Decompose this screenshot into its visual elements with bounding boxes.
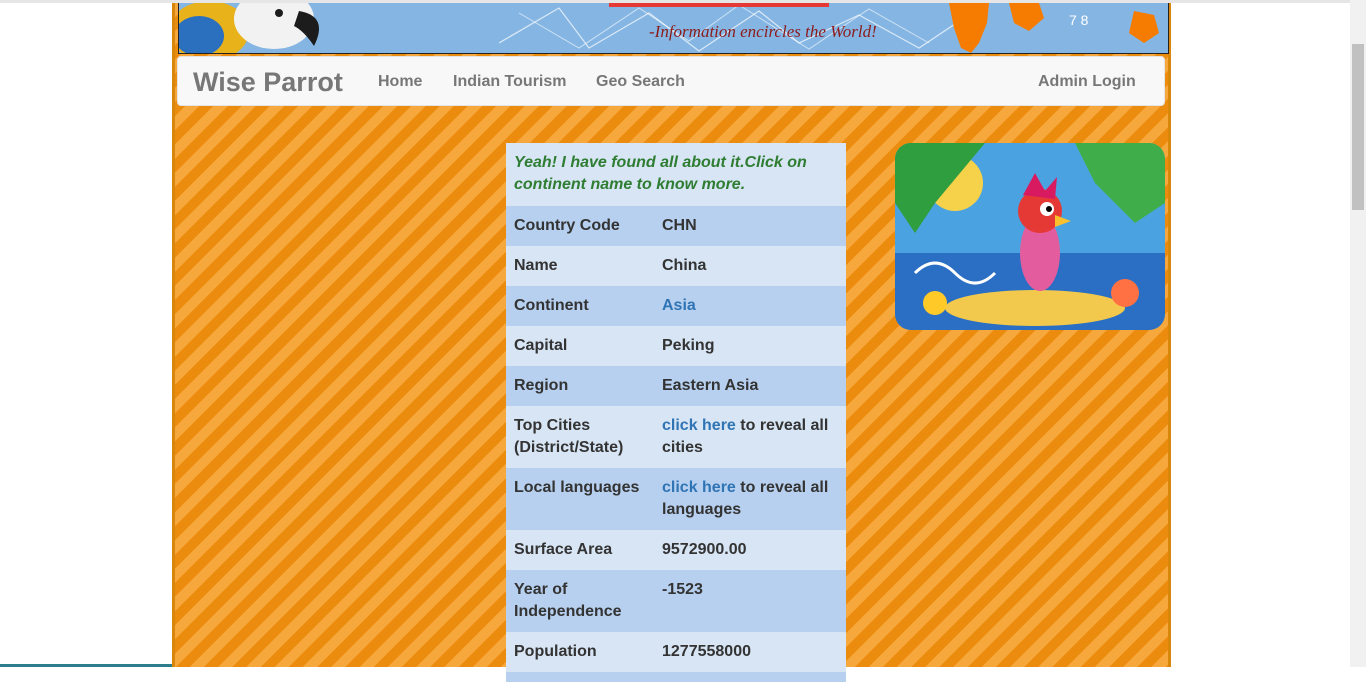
table-row: Region Eastern Asia <box>506 366 846 406</box>
table-row: Continent Asia <box>506 286 846 326</box>
table-row: Population 1277558000 <box>506 632 846 672</box>
page-container: 7 8 -Information encircles the World! Wi… <box>172 3 1171 682</box>
reveal-languages-link[interactable]: click here <box>662 479 736 496</box>
value-population: 1277558000 <box>662 643 751 660</box>
table-row: Name China <box>506 246 846 286</box>
label-top-cities: Top Cities (District/State) <box>514 417 624 456</box>
country-info-table: Yeah! I have found all about it.Click on… <box>506 143 846 682</box>
table-row: Surface Area 9572900.00 <box>506 530 846 570</box>
table-row: Capital Peking <box>506 326 846 366</box>
scrollbar-thumb[interactable] <box>1352 44 1364 210</box>
label-country-code: Country Code <box>514 217 620 234</box>
reveal-cities-link[interactable]: click here <box>662 417 736 434</box>
label-name: Name <box>514 257 558 274</box>
label-year-of-independence: Year of Independence <box>514 581 622 620</box>
label-population: Population <box>514 643 597 660</box>
found-message: Yeah! I have found all about it.Click on… <box>506 143 846 206</box>
header-banner: 7 8 -Information encircles the World! <box>178 3 1169 54</box>
cartoon-parrot-illustration <box>895 143 1165 330</box>
nav-geo-search[interactable]: Geo Search <box>596 73 685 91</box>
table-row: Top Cities (District/State) click here t… <box>506 406 846 468</box>
nav-home[interactable]: Home <box>378 73 422 91</box>
macaw-banner-image <box>179 3 329 53</box>
value-capital: Peking <box>662 337 715 354</box>
value-top-cities: click here to reveal all cities <box>654 406 846 468</box>
vertical-scrollbar[interactable] <box>1350 0 1366 667</box>
continent-link[interactable]: Asia <box>662 297 696 314</box>
label-continent: Continent <box>514 297 589 314</box>
value-continent-cell: Asia <box>654 286 846 326</box>
label-region: Region <box>514 377 569 394</box>
label-local-languages: Local languages <box>514 479 640 496</box>
table-row: Local languages click here to reveal all… <box>506 468 846 530</box>
value-surface-area: 9572900.00 <box>662 541 747 558</box>
banner-tagline: -Information encircles the World! <box>649 22 877 41</box>
info-message-row: Yeah! I have found all about it.Click on… <box>506 143 846 206</box>
table-row: Year of Independence -1523 <box>506 570 846 632</box>
value-year-of-independence: -1523 <box>662 581 703 598</box>
main-navbar: Wise Parrot Home Indian Tourism Geo Sear… <box>177 56 1165 106</box>
label-surface-area: Surface Area <box>514 541 613 558</box>
table-row-cut-value <box>654 672 846 682</box>
nav-indian-tourism[interactable]: Indian Tourism <box>453 73 566 91</box>
value-name: China <box>662 257 707 274</box>
table-row: Country Code CHN <box>506 206 846 246</box>
label-capital: Capital <box>514 337 568 354</box>
value-region: Eastern Asia <box>662 377 759 394</box>
value-country-code: CHN <box>662 217 697 234</box>
table-row <box>506 672 846 682</box>
value-local-languages: click here to reveal all languages <box>654 468 846 530</box>
nav-admin-login[interactable]: Admin Login <box>1038 73 1136 91</box>
brand-link[interactable]: Wise Parrot <box>193 67 343 98</box>
world-map-fragment: 7 8 <box>949 3 1159 53</box>
table-row-cut <box>506 672 654 682</box>
svg-text:7 8: 7 8 <box>1069 12 1089 28</box>
cartoon-parrot-image <box>895 143 1165 330</box>
